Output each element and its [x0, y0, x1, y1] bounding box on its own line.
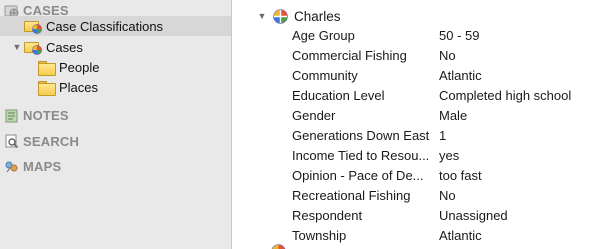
disclosure-open-icon[interactable]: ▼ [12, 42, 22, 52]
attribute-row[interactable]: Age Group 50 - 59 [292, 25, 592, 45]
case-name: Charles [294, 8, 341, 24]
section-label: SEARCH [23, 133, 80, 149]
attribute-value[interactable]: 50 - 59 [439, 28, 479, 43]
attribute-value[interactable]: yes [439, 148, 459, 163]
attribute-value[interactable]: No [439, 48, 456, 63]
sidebar-item-label: Cases [46, 39, 83, 55]
attribute-value[interactable]: Atlantic [439, 228, 482, 243]
attribute-name: Opinion - Pace of De... [292, 167, 424, 183]
attribute-row[interactable]: Education Level Completed high school [292, 85, 592, 105]
section-maps[interactable]: MAPS [4, 156, 61, 176]
case-properties-panel: ▼ Charles Age Group 50 - 59 Commercial F… [233, 0, 600, 249]
attribute-row[interactable]: Recreational Fishing No [292, 185, 592, 205]
attribute-name: Township [292, 227, 347, 243]
attribute-name: Gender [292, 107, 336, 123]
case-icon [273, 8, 288, 24]
attribute-row[interactable]: Income Tied to Resou... yes [292, 145, 592, 165]
attribute-name: Community [292, 67, 358, 83]
attribute-name: Generations Down East [292, 127, 430, 143]
case-icon [271, 244, 286, 249]
attribute-row[interactable]: Commercial Fishing No [292, 45, 592, 65]
attribute-value[interactable]: No [439, 188, 456, 203]
attribute-name: Education Level [292, 87, 385, 103]
attribute-name: Income Tied to Resou... [292, 147, 430, 163]
cases-folder-icon [24, 40, 42, 55]
case-header[interactable]: ▼ Charles [257, 6, 341, 26]
sidebar-item-label: Places [59, 79, 99, 95]
section-label: NOTES [23, 107, 69, 123]
attribute-row[interactable]: Generations Down East 1 [292, 125, 592, 145]
folder-icon [38, 80, 56, 96]
navigation-sidebar: CASES Case Classifications ▼ Cases Peopl… [0, 0, 232, 249]
sidebar-item-label: People [59, 59, 100, 75]
attribute-name: Respondent [292, 207, 363, 223]
attribute-value[interactable]: Unassigned [439, 208, 508, 223]
sidebar-item-label: Case Classifications [46, 18, 164, 34]
sidebar-item-cases[interactable]: ▼ Cases [0, 37, 231, 57]
attribute-row[interactable]: Township Atlantic [292, 225, 592, 245]
attribute-name: Recreational Fishing [292, 187, 411, 203]
sidebar-item-case-classifications[interactable]: Case Classifications [0, 16, 231, 36]
attribute-name: Commercial Fishing [292, 47, 407, 63]
attribute-row[interactable]: Gender Male [292, 105, 592, 125]
attribute-value[interactable]: Atlantic [439, 68, 482, 83]
attribute-value[interactable]: too fast [439, 168, 482, 183]
attribute-row[interactable]: Respondent Unassigned [292, 205, 592, 225]
attribute-name: Age Group [292, 27, 355, 43]
maps-icon [4, 159, 19, 174]
section-label: MAPS [23, 158, 62, 174]
sidebar-item-people[interactable]: People [0, 57, 231, 77]
section-search[interactable]: SEARCH [4, 131, 79, 151]
section-notes[interactable]: NOTES [4, 105, 69, 125]
attribute-row[interactable]: Opinion - Pace of De... too fast [292, 165, 592, 185]
disclosure-open-icon[interactable]: ▼ [257, 11, 267, 21]
attribute-value[interactable]: Male [439, 108, 467, 123]
sidebar-item-places[interactable]: Places [0, 77, 231, 97]
search-icon [4, 134, 19, 149]
notes-icon [4, 108, 19, 123]
attribute-row[interactable]: Community Atlantic [292, 65, 592, 85]
attribute-value[interactable]: 1 [439, 128, 446, 143]
case-classifications-icon [24, 19, 42, 34]
attribute-value[interactable]: Completed high school [439, 88, 571, 103]
folder-icon [38, 60, 56, 76]
